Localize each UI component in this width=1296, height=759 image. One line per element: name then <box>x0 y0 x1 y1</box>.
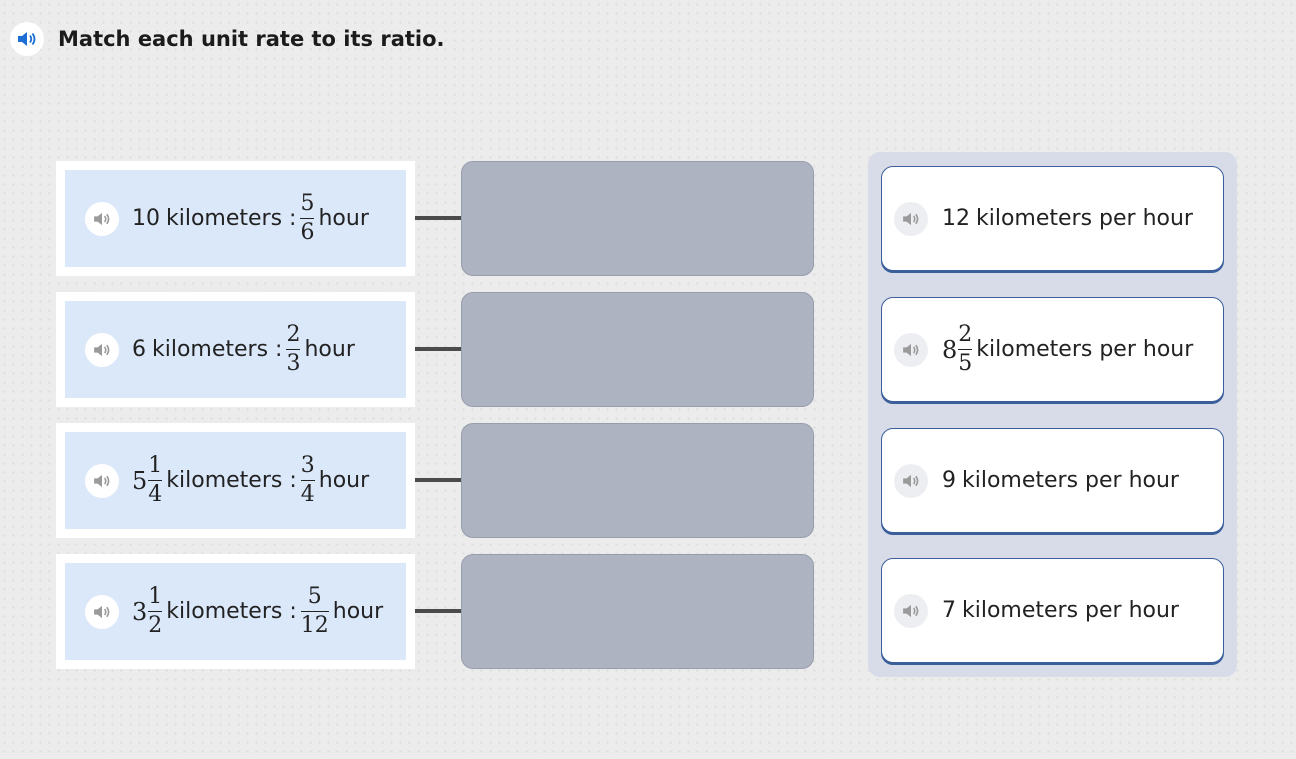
answer-speaker-button[interactable] <box>894 463 928 498</box>
prompt-row: Match each unit rate to its ratio. <box>10 22 445 56</box>
prompt-text: Match each unit rate to its ratio. <box>58 27 445 51</box>
ratio-unit: kilometers : <box>152 337 283 362</box>
fraction-numerator: 2 <box>958 321 973 347</box>
fraction-denominator: 5 <box>958 351 973 377</box>
fraction-numerator: 5 <box>300 190 315 216</box>
answer-unit: kilometers per hour <box>976 337 1194 362</box>
answer-unit: kilometers per hour <box>962 598 1179 623</box>
answer-unit: kilometers per hour <box>962 468 1179 493</box>
ratio-unit-time: hour <box>332 599 384 624</box>
ratio-unit-time: hour <box>304 337 355 362</box>
ratio-unit: kilometers : <box>166 468 297 493</box>
mixed-whole: 3 <box>132 597 148 626</box>
connector-line <box>415 609 464 613</box>
ratio-speaker-button[interactable] <box>85 463 119 498</box>
drop-zone-1[interactable] <box>461 161 814 276</box>
speaker-icon <box>903 474 919 487</box>
ratio-unit: kilometers : <box>166 599 297 624</box>
ratio-text: 3 1 2 kilometers : 5 12 hour <box>132 584 383 640</box>
fraction-denominator: 4 <box>148 482 163 508</box>
fraction-numerator: 2 <box>286 321 301 347</box>
mixed-whole: 5 <box>132 466 148 495</box>
ratio-unit: kilometers : <box>166 206 297 231</box>
answer-card[interactable]: 12 kilometers per hour <box>881 166 1224 271</box>
speaker-icon <box>94 212 110 225</box>
ratio-speaker-button[interactable] <box>85 332 119 367</box>
fraction-denominator: 3 <box>286 351 301 377</box>
speaker-icon <box>903 604 919 617</box>
speaker-icon <box>94 474 110 487</box>
prompt-speaker-button[interactable] <box>10 22 44 56</box>
drop-zone-4[interactable] <box>461 554 814 669</box>
ratio-speaker-button[interactable] <box>85 201 119 236</box>
ratio-mixed-number: 5 1 4 <box>132 453 166 509</box>
ratio-text: 6 kilometers : 2 3 hour <box>132 322 355 378</box>
fraction-denominator: 6 <box>300 220 315 246</box>
fraction-denominator: 4 <box>300 482 315 508</box>
connector-line <box>415 478 464 482</box>
answer-text: 8 2 5 kilometers per hour <box>942 322 1193 378</box>
ratio-card: 10 kilometers : 5 6 hour <box>56 161 415 276</box>
mixed-fraction: 1 2 <box>148 583 163 640</box>
answer-speaker-button[interactable] <box>894 593 928 628</box>
ratio-fraction: 3 4 <box>300 452 315 509</box>
speaker-icon <box>94 343 110 356</box>
ratio-fraction: 5 6 <box>300 190 315 247</box>
answer-unit: kilometers per hour <box>976 206 1193 231</box>
mixed-fraction: 1 4 <box>148 452 163 509</box>
speaker-icon <box>18 32 36 46</box>
ratio-unit-time: hour <box>318 468 370 493</box>
ratio-card: 6 kilometers : 2 3 hour <box>56 292 415 407</box>
drop-zone-2[interactable] <box>461 292 814 407</box>
speaker-icon <box>94 605 110 618</box>
speaker-icon <box>903 343 919 356</box>
fraction-numerator: 1 <box>148 583 163 609</box>
answer-text: 7 kilometers per hour <box>942 598 1179 623</box>
drop-zone-3[interactable] <box>461 423 814 538</box>
answer-speaker-button[interactable] <box>894 332 928 367</box>
ratio-value: 6 <box>132 337 146 362</box>
ratio-text: 5 1 4 kilometers : 3 4 hour <box>132 453 369 509</box>
answer-text: 12 kilometers per hour <box>942 206 1193 231</box>
answer-text: 9 kilometers per hour <box>942 468 1179 493</box>
ratio-speaker-button[interactable] <box>85 594 119 629</box>
fraction-denominator: 2 <box>148 613 163 639</box>
mixed-whole: 8 <box>942 335 958 364</box>
answer-card[interactable]: 8 2 5 kilometers per hour <box>881 297 1224 402</box>
answer-card[interactable]: 9 kilometers per hour <box>881 428 1224 533</box>
ratio-card: 5 1 4 kilometers : 3 4 hour <box>56 423 415 538</box>
ratio-fraction: 5 12 <box>300 583 329 640</box>
mixed-fraction: 2 5 <box>958 321 973 378</box>
speaker-icon <box>903 212 919 225</box>
ratio-card: 3 1 2 kilometers : 5 12 hour <box>56 554 415 669</box>
answer-value: 7 <box>942 598 956 623</box>
connector-line <box>415 347 464 351</box>
ratio-text: 10 kilometers : 5 6 hour <box>132 191 369 247</box>
answer-value: 9 <box>942 468 956 493</box>
fraction-numerator: 5 <box>307 583 322 609</box>
ratio-mixed-number: 3 1 2 <box>132 584 166 640</box>
ratio-value: 10 <box>132 206 160 231</box>
ratio-unit-time: hour <box>318 206 369 231</box>
answer-card[interactable]: 7 kilometers per hour <box>881 558 1224 663</box>
answer-mixed-number: 8 2 5 <box>942 322 976 378</box>
fraction-numerator: 3 <box>300 452 315 478</box>
answer-value: 12 <box>942 206 970 231</box>
connector-line <box>415 216 464 220</box>
ratio-fraction: 2 3 <box>286 321 301 378</box>
answer-speaker-button[interactable] <box>894 201 928 236</box>
fraction-numerator: 1 <box>148 452 163 478</box>
fraction-denominator: 12 <box>300 613 329 639</box>
